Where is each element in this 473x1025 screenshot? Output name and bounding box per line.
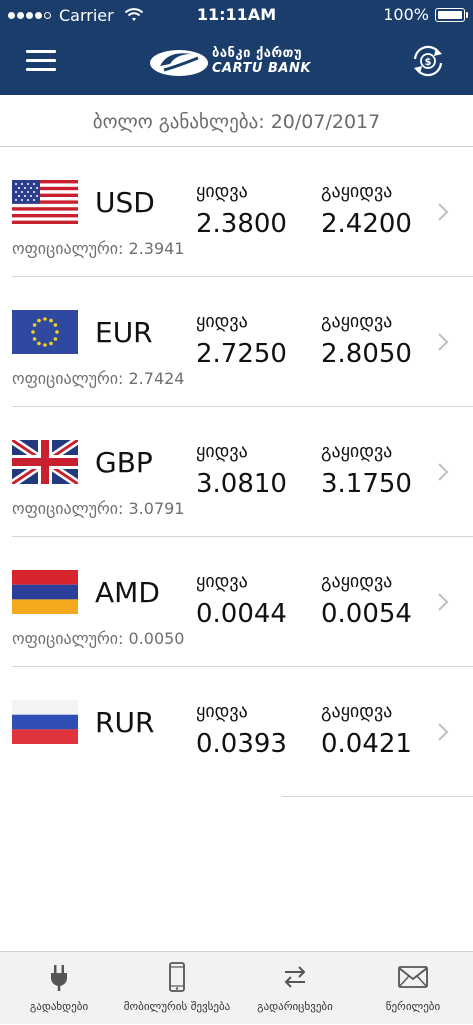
svg-text:$: $ [425, 57, 432, 68]
us-flag-icon [12, 180, 78, 224]
rate-row-amd[interactable]: AMD ყიდვა გაყიდვა 0.0044 0.0054 ოფიციალუ… [0, 537, 473, 667]
sell-rate: 0.0054 [321, 599, 412, 629]
hamburger-menu-icon[interactable] [26, 50, 56, 72]
currency-code: EUR [95, 316, 153, 349]
tab-transfers[interactable]: გადარიცხვები [236, 952, 354, 1025]
chevron-right-icon [438, 593, 449, 611]
sell-label: გაყიდვა [321, 441, 393, 462]
status-bar: Carrier 11:11AM 100% [0, 0, 473, 30]
official-rate: ოფიციალური: 2.7424 [12, 369, 185, 388]
logo-english-text: CARTU BANK [212, 61, 311, 76]
battery-percent: 100% [383, 5, 429, 24]
sell-label: გაყიდვა [321, 701, 393, 722]
sell-label: გაყიდვა [321, 571, 393, 592]
eu-flag-icon [12, 310, 78, 354]
buy-label: ყიდვა [196, 311, 248, 332]
official-rate: ოფიციალური: 3.0791 [12, 499, 185, 518]
tab-label: გადარიცხვები [257, 1000, 333, 1013]
bottom-tab-bar: გადახდები მობილურის შევსება გადარიცხვები… [0, 951, 473, 1024]
rate-row-gbp[interactable]: GBP ყიდვა გაყიდვა 3.0810 3.1750 ოფიციალუ… [0, 407, 473, 537]
armenia-flag-icon [12, 570, 78, 614]
cartu-bank-logo: ბანკი ქართუ CARTU BANK [148, 44, 328, 80]
buy-rate: 0.0393 [196, 729, 287, 759]
sell-rate: 3.1750 [321, 469, 412, 499]
buy-label: ყიდვა [196, 441, 248, 462]
sell-label: გაყიდვა [321, 181, 393, 202]
rate-row-usd[interactable]: USD ყიდვა გაყიდვა 2.3800 2.4200 ოფიციალუ… [0, 147, 473, 277]
mobile-phone-icon [169, 962, 185, 992]
sell-rate: 2.4200 [321, 209, 412, 239]
tab-mobile-topup[interactable]: მობილურის შევსება [118, 952, 236, 1025]
tab-payments[interactable]: გადახდები [0, 952, 118, 1025]
envelope-icon [398, 966, 428, 988]
uk-flag-icon [12, 440, 78, 484]
status-right: 100% [383, 5, 468, 24]
tab-label: წერილები [385, 1000, 441, 1013]
buy-rate: 2.3800 [196, 209, 287, 239]
top-bar: Carrier 11:11AM 100% ბანკი ქართუ CARTU B… [0, 0, 473, 95]
sell-label: გაყიდვა [321, 311, 393, 332]
last-update-banner: ბოლო განახლება: 20/07/2017 [0, 95, 473, 147]
buy-label: ყიდვა [196, 181, 248, 202]
tab-label: გადახდები [29, 1000, 89, 1013]
battery-icon [435, 7, 468, 22]
tab-label: მობილურის შევსება [123, 1000, 231, 1013]
currency-code: RUR [95, 706, 155, 739]
currency-code: USD [95, 186, 155, 219]
currency-exchange-button[interactable]: $ [410, 44, 446, 78]
transfer-arrows-icon [284, 966, 306, 988]
buy-rate: 0.0044 [196, 599, 287, 629]
chevron-right-icon [438, 723, 449, 741]
official-rate: ოფიციალური: 2.3941 [12, 239, 185, 258]
currency-code: AMD [95, 576, 160, 609]
russia-flag-icon [12, 700, 78, 744]
sell-rate: 0.0421 [321, 729, 412, 759]
chevron-right-icon [438, 463, 449, 481]
buy-label: ყიდვა [196, 571, 248, 592]
logo-georgian-text: ბანკი ქართუ [212, 46, 303, 61]
chevron-right-icon [438, 333, 449, 351]
plug-icon [51, 965, 67, 991]
official-rate: ოფიციალური: 0.0050 [12, 629, 185, 648]
chevron-right-icon [438, 203, 449, 221]
buy-rate: 3.0810 [196, 469, 287, 499]
cartu-logo-mark-icon [150, 50, 208, 76]
currency-code: GBP [95, 446, 153, 479]
sell-rate: 2.8050 [321, 339, 412, 369]
row-divider [282, 796, 473, 797]
buy-label: ყიდვა [196, 701, 248, 722]
buy-rate: 2.7250 [196, 339, 287, 369]
rate-row-eur[interactable]: EUR ყიდვა გაყიდვა 2.7250 2.8050 ოფიციალუ… [0, 277, 473, 407]
currency-exchange-icon: $ [413, 45, 443, 77]
rate-row-rur[interactable]: RUR ყიდვა გაყიდვა 0.0393 0.0421 [0, 667, 473, 797]
last-update-text: ბოლო განახლება: 20/07/2017 [92, 111, 381, 133]
tab-messages[interactable]: წერილები [354, 952, 472, 1025]
